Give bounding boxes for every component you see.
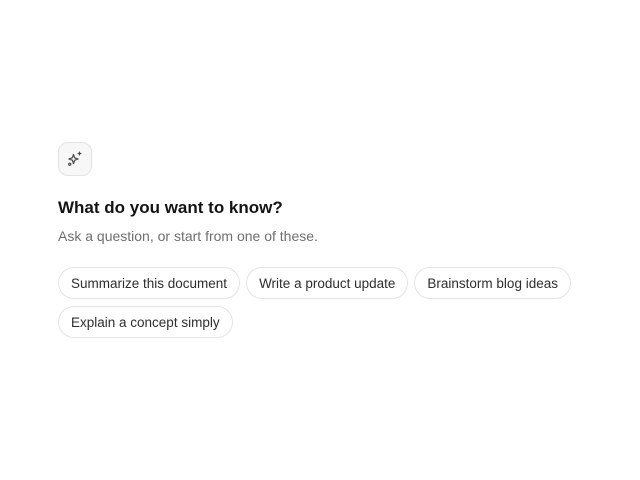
page-title: What do you want to know? (58, 198, 283, 217)
suggestion-list: Summarize this document Write a product … (58, 267, 578, 338)
suggestion-chip-brainstorm[interactable]: Brainstorm blog ideas (414, 267, 571, 299)
empty-state-panel: What do you want to know? Ask a question… (58, 142, 598, 338)
sparkles-icon (68, 151, 82, 166)
suggestion-chip-explain[interactable]: Explain a concept simply (58, 306, 233, 338)
assistant-icon-tile (58, 142, 92, 176)
suggestion-chip-summarize[interactable]: Summarize this document (58, 267, 241, 299)
suggestion-chip-product-update[interactable]: Write a product update (246, 267, 409, 299)
page-subtitle: Ask a question, or start from one of the… (58, 228, 318, 244)
